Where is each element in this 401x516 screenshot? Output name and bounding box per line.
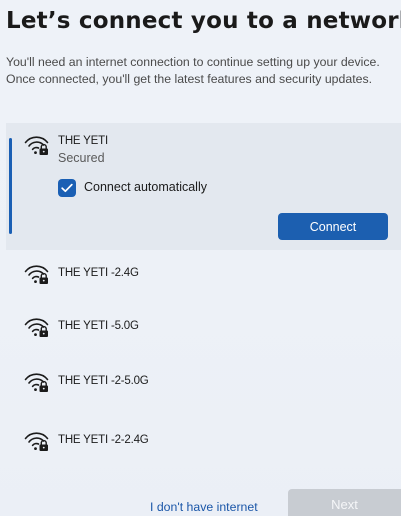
page-subtitle: You'll need an internet connection to co… <box>6 55 380 86</box>
wifi-secured-icon <box>24 316 50 338</box>
checkmark-icon <box>61 183 73 193</box>
connect-automatically-label[interactable]: Connect automatically <box>84 180 207 194</box>
wifi-secured-icon <box>24 430 50 452</box>
wifi-secured-icon <box>24 263 50 285</box>
network-item[interactable]: THE YETI -2-5.0G <box>6 362 401 402</box>
page-title: Let’s connect you to a network <box>6 8 401 34</box>
network-name: THE YETI -5.0G <box>58 320 139 332</box>
network-item-selected[interactable]: THE YETI Secured Connect automatically C… <box>6 123 401 250</box>
selection-indicator <box>9 138 12 234</box>
wifi-secured-icon <box>24 371 50 393</box>
network-item[interactable]: THE YETI -5.0G <box>6 307 401 347</box>
connect-automatically-checkbox[interactable] <box>58 179 76 197</box>
wifi-secured-icon <box>24 134 50 156</box>
network-name: THE YETI -2.4G <box>58 267 139 279</box>
next-button[interactable]: Next <box>288 489 401 516</box>
network-item[interactable]: THE YETI -2.4G <box>6 254 401 294</box>
network-item[interactable]: THE YETI -2-2.4G <box>6 421 401 461</box>
network-name: THE YETI <box>58 135 108 147</box>
network-status: Secured <box>58 151 105 165</box>
network-name: THE YETI -2-2.4G <box>58 434 149 446</box>
network-name: THE YETI -2-5.0G <box>58 375 149 387</box>
no-internet-link[interactable]: I don't have internet <box>150 500 258 514</box>
connect-button[interactable]: Connect <box>278 213 388 240</box>
